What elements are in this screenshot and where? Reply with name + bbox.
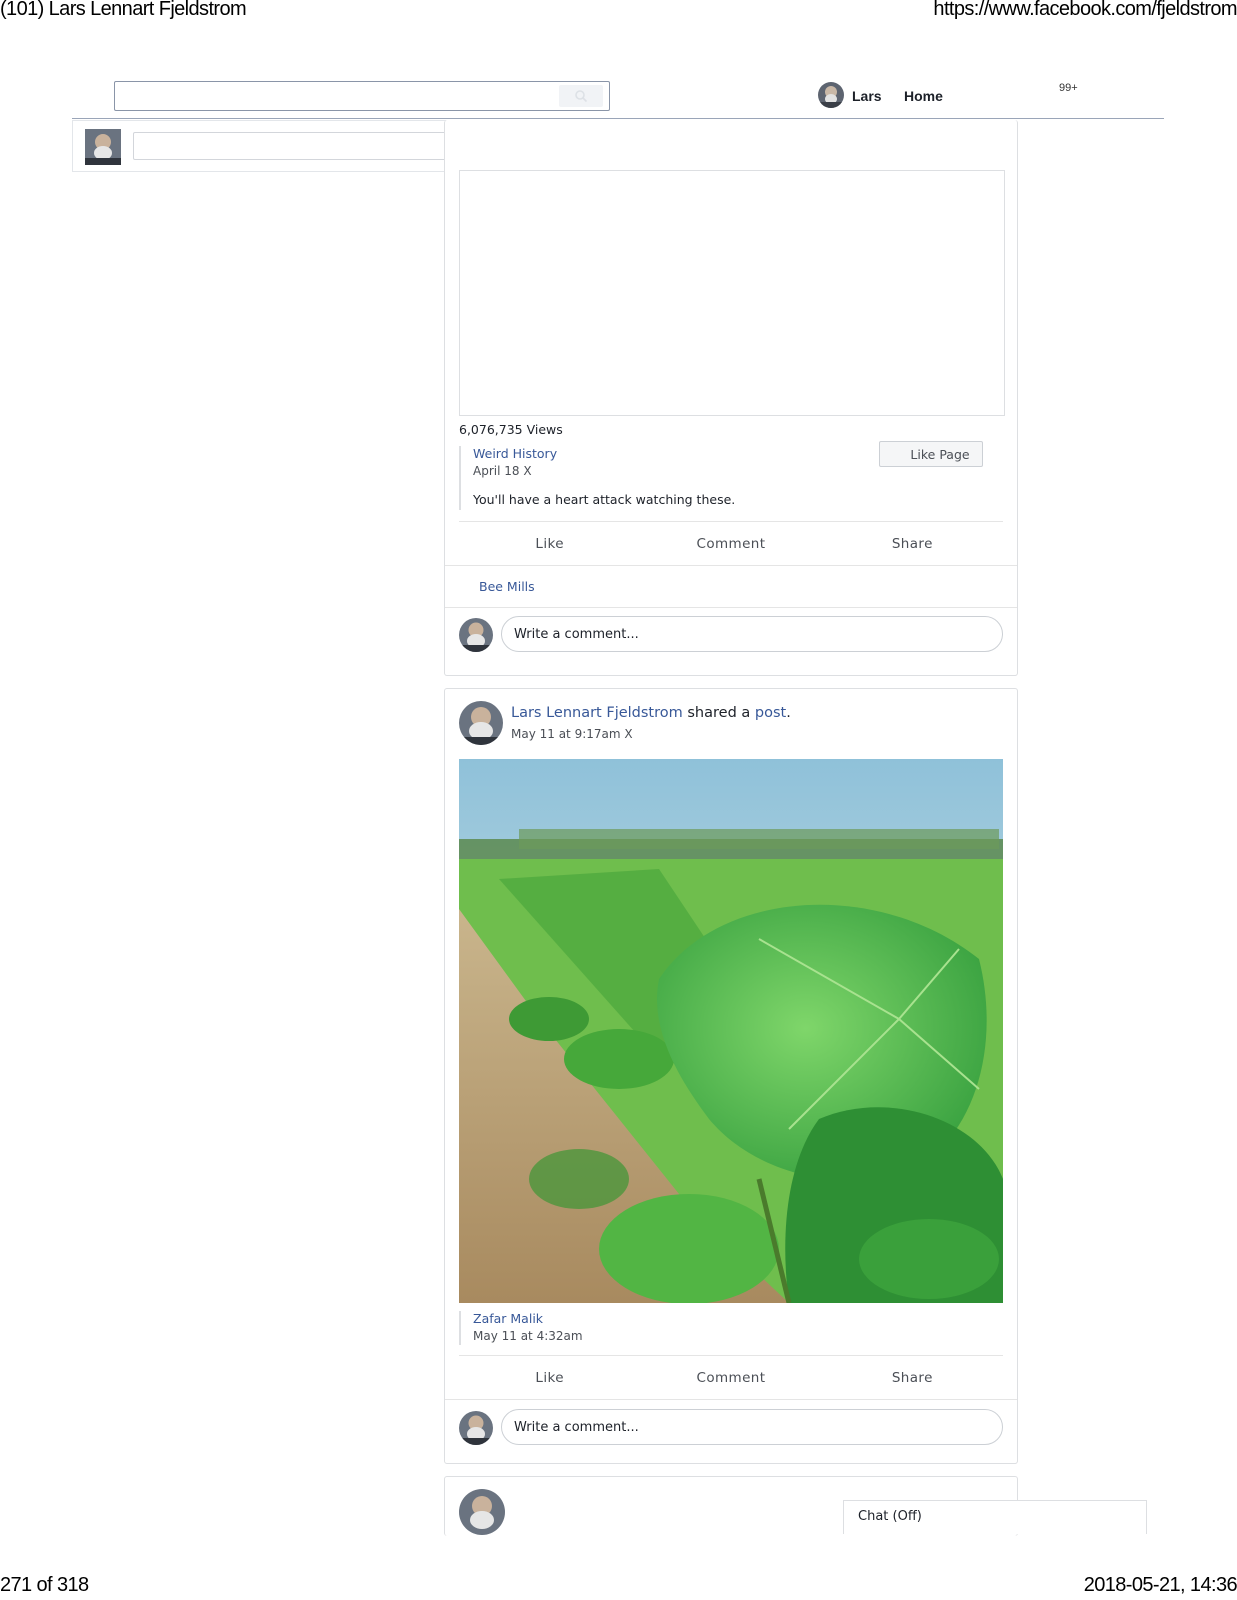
post-time-suffix: X	[620, 727, 633, 741]
like-page-button[interactable]: Like Page	[879, 441, 983, 467]
print-datetime: 2018-05-21, 14:36	[1083, 1574, 1237, 1596]
source-date-suffix: X	[519, 464, 532, 478]
print-page-title: (101) Lars Lennart Fjeldstrom	[0, 0, 247, 20]
comment-avatar[interactable]	[459, 1411, 493, 1445]
share-button[interactable]: Share	[822, 536, 1003, 552]
chat-label: Chat (Off)	[858, 1509, 922, 1524]
post-description: You'll have a heart attack watching thes…	[473, 492, 736, 507]
comment-input[interactable]: Write a comment...	[501, 616, 1003, 652]
video-views: 6,076,735 Views	[459, 422, 563, 437]
cotton-plant-photo	[459, 759, 1003, 1303]
nav-user-link[interactable]: Lars	[852, 88, 882, 104]
chat-bar[interactable]: Chat (Off)	[843, 1500, 1147, 1534]
original-time[interactable]: May 11 at 4:32am	[473, 1329, 583, 1343]
post-card-shared: Lars Lennart Fjeldstrom shared a post. M…	[444, 688, 1018, 1464]
author-avatar[interactable]	[459, 1489, 505, 1535]
comment-button[interactable]: Comment	[640, 1370, 821, 1386]
comment-composer: Write a comment...	[459, 616, 1003, 656]
profile-photo-icon	[459, 701, 503, 745]
author-link[interactable]: Lars Lennart Fjeldstrom	[511, 705, 683, 721]
share-button[interactable]: Share	[822, 1370, 1003, 1386]
nav-avatar[interactable]	[818, 82, 844, 108]
nav-home-link[interactable]: Home	[904, 88, 943, 104]
video-player[interactable]	[459, 170, 1005, 416]
comment-composer: Write a comment...	[459, 1409, 1003, 1449]
source-date: April 18 X	[473, 464, 735, 478]
post-actions: Like Comment Share	[459, 521, 1003, 566]
notifications-badge[interactable]: 99+	[1059, 82, 1078, 94]
like-button[interactable]: Like	[459, 536, 640, 552]
comment-button[interactable]: Comment	[640, 536, 821, 552]
comment-input[interactable]: Write a comment...	[501, 1409, 1003, 1445]
print-url: https://www.facebook.com/fjeldstrom	[933, 0, 1237, 20]
thumbs-up-icon	[893, 449, 904, 459]
source-date-text[interactable]: April 18	[473, 464, 520, 478]
post-period: .	[786, 705, 791, 721]
shared-source-block: Weird History April 18 X You'll have a h…	[459, 446, 735, 510]
composer-avatar[interactable]	[85, 129, 121, 165]
original-post-source: Zafar Malik May 11 at 4:32am	[459, 1311, 583, 1345]
shared-post-link[interactable]: post	[755, 705, 786, 721]
post-header: Lars Lennart Fjeldstrom shared a post.	[511, 705, 791, 721]
print-page-count: 271 of 318	[0, 1574, 89, 1596]
profile-photo-icon	[459, 1489, 505, 1535]
profile-photo-icon	[459, 1411, 493, 1445]
search-button[interactable]	[559, 85, 603, 107]
post-photo[interactable]	[459, 759, 1003, 1303]
original-author-link[interactable]: Zafar Malik	[473, 1311, 583, 1326]
search-input[interactable]	[114, 81, 610, 111]
post-time-link[interactable]: May 11 at 9:17am	[511, 727, 621, 741]
composer-input[interactable]	[133, 132, 485, 160]
profile-photo-icon	[459, 618, 493, 652]
user-avatar-icon	[818, 82, 844, 108]
topbar-divider	[72, 118, 1164, 119]
author-avatar[interactable]	[459, 701, 503, 745]
source-page-link[interactable]: Weird History	[473, 446, 735, 461]
post-timestamp: May 11 at 9:17am X	[511, 727, 633, 741]
actions-divider	[445, 565, 1017, 566]
actions-divider	[445, 1399, 1017, 1400]
like-page-label: Like Page	[910, 446, 970, 462]
comments-divider	[445, 607, 1017, 608]
like-button[interactable]: Like	[459, 1370, 640, 1386]
post-verb: shared a	[682, 705, 755, 721]
post-actions: Like Comment Share	[459, 1355, 1003, 1400]
search-icon	[575, 90, 588, 103]
post-card-video: 6,076,735 Views Weird History April 18 X…	[444, 120, 1018, 676]
profile-photo-icon	[85, 129, 121, 165]
comment-avatar[interactable]	[459, 618, 493, 652]
reaction-name-link[interactable]: Bee Mills	[479, 579, 535, 594]
